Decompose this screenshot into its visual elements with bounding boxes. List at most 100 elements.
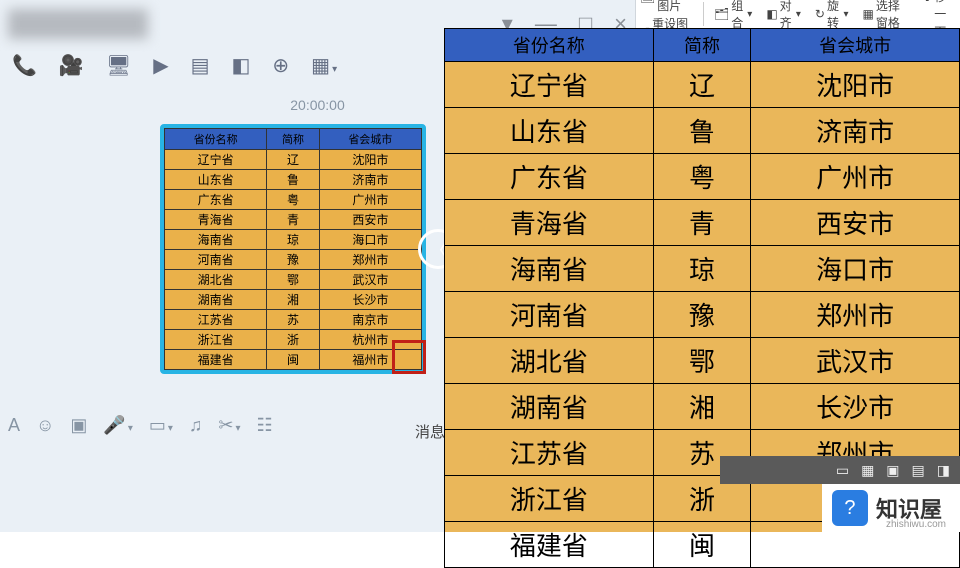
picture-icon: 🖼 [640, 0, 655, 4]
selection-icon: ▦ [863, 7, 874, 21]
ribbon-bring-forward[interactable]: ⬆上移一 [918, 0, 960, 22]
table-row: 山东省鲁济南市 [445, 108, 960, 154]
table-cell: 西安市 [751, 200, 960, 246]
table-row: 湖北省鄂武汉市 [445, 338, 960, 384]
table-cell: 湘 [653, 384, 751, 430]
phone-icon[interactable]: 📞 [12, 53, 37, 78]
cut-icon[interactable]: ✂▾ [218, 415, 240, 436]
grid-icon[interactable]: ▦▾ [311, 53, 337, 78]
history-icon[interactable]: ☷ [257, 415, 273, 436]
brand-url: zhishiwu.com [886, 519, 946, 530]
table-cell: 海南省 [445, 246, 654, 292]
table-row: 福建省闽福州市 [165, 350, 422, 370]
screen-share-icon[interactable]: 🖥 [106, 53, 131, 78]
table-cell: 鄂 [267, 270, 319, 290]
emoji-icon[interactable]: ☺ [36, 415, 54, 436]
table-cell: 琼 [653, 246, 751, 292]
forward-icon: ⬆ [922, 0, 932, 4]
table-row: 河南省豫郑州市 [445, 292, 960, 338]
table-cell: 广州市 [751, 154, 960, 200]
table-cell: 河南省 [165, 250, 267, 270]
table-cell: 鲁 [653, 108, 751, 154]
table-cell: 武汉市 [751, 338, 960, 384]
view-zoom-icon[interactable]: ◨ [937, 462, 950, 479]
mini-table-header: 省份名称 [165, 129, 267, 150]
ribbon-rotate[interactable]: ↻旋转▾ [811, 0, 853, 31]
table-cell: 长沙市 [751, 384, 960, 430]
send-file-icon[interactable]: ▶ [153, 53, 168, 78]
big-table-header: 省会城市 [751, 29, 960, 62]
music-icon[interactable]: ♫ [189, 415, 203, 436]
table-row: 湖北省鄂武汉市 [165, 270, 422, 290]
table-row: 浙江省浙杭州市 [165, 330, 422, 350]
table-cell: 郑州市 [319, 250, 421, 270]
table-cell: 湖南省 [445, 384, 654, 430]
add-icon[interactable]: ⊕ [272, 53, 289, 78]
table-row: 广东省粤广州市 [445, 154, 960, 200]
table-cell: 山东省 [165, 170, 267, 190]
rotate-icon: ↻ [815, 7, 825, 21]
table-row: 青海省青西安市 [165, 210, 422, 230]
table-cell: 江苏省 [165, 310, 267, 330]
ribbon-label: 上移一 [934, 0, 956, 22]
ribbon-selection-pane[interactable]: ▦选择窗格 [859, 0, 913, 31]
big-table-header: 简称 [653, 29, 751, 62]
table-cell: 南京市 [319, 310, 421, 330]
table-row: 海南省琼海口市 [445, 246, 960, 292]
table-cell: 青海省 [445, 200, 654, 246]
table-row: 湖南省湘长沙市 [165, 290, 422, 310]
table-cell: 武汉市 [319, 270, 421, 290]
app-icon[interactable]: ◧ [232, 53, 251, 78]
table-cell: 湖北省 [165, 270, 267, 290]
image-icon[interactable]: ▣ [70, 415, 87, 436]
table-cell: 辽宁省 [445, 62, 654, 108]
ribbon-align[interactable]: ◧对齐▾ [762, 0, 805, 31]
view-switcher-bar: ▭ ▦ ▣ ▤ ◨ [720, 456, 960, 484]
group-icon: 🗂 [714, 7, 729, 21]
mini-table-header: 简称 [267, 129, 319, 150]
ribbon-label: 旋转 [827, 0, 840, 31]
table-row: 辽宁省辽沈阳市 [165, 150, 422, 170]
view-normal-icon[interactable]: ▭ [836, 462, 849, 479]
message-timestamp: 20:00:00 [290, 97, 345, 113]
table-cell: 江苏省 [445, 430, 654, 476]
ribbon-label: 组合 [731, 0, 743, 31]
video-icon[interactable]: 🎥 [59, 53, 84, 78]
mini-table-header: 省会城市 [319, 129, 421, 150]
table-cell: 青 [653, 200, 751, 246]
table-cell: 辽 [267, 150, 319, 170]
table-row: 海南省琼海口市 [165, 230, 422, 250]
view-reading-icon[interactable]: ▣ [886, 462, 899, 479]
table-cell: 福建省 [445, 522, 654, 568]
table-row: 河南省豫郑州市 [165, 250, 422, 270]
table-cell: 青 [267, 210, 319, 230]
table-cell: 海口市 [751, 246, 960, 292]
table-cell: 豫 [653, 292, 751, 338]
table-cell: 鄂 [653, 338, 751, 384]
ribbon-label: 选择窗格 [876, 0, 908, 31]
table-cell: 山东省 [445, 108, 654, 154]
table-cell: 粤 [653, 154, 751, 200]
table-cell: 长沙市 [319, 290, 421, 310]
brand-icon: ? [832, 490, 868, 526]
table-cell: 湖南省 [165, 290, 267, 310]
table-cell: 海南省 [165, 230, 267, 250]
view-slideshow-icon[interactable]: ▤ [912, 462, 925, 479]
ribbon-group[interactable]: 🗂组合▾ [710, 0, 756, 31]
message-bubble[interactable]: 省份名称简称省会城市 辽宁省辽沈阳市山东省鲁济南市广东省粤广州市青海省青西安市海… [160, 124, 426, 374]
table-cell: 福建省 [165, 350, 267, 370]
ribbon-label: 更改图片 [657, 0, 684, 14]
ribbon-change-picture[interactable]: 🖼更改图片▾ [636, 0, 697, 14]
table-row: 山东省鲁济南市 [165, 170, 422, 190]
mic-icon[interactable]: 🎤▾ [103, 415, 132, 436]
font-icon[interactable]: A [8, 415, 20, 436]
message-tab-label[interactable]: 消息 [415, 421, 445, 442]
table-cell: 浙江省 [165, 330, 267, 350]
send-image-icon[interactable]: ▤ [191, 53, 210, 78]
table-cell: 沈阳市 [319, 150, 421, 170]
table-cell: 辽宁省 [165, 150, 267, 170]
table-cell: 沈阳市 [751, 62, 960, 108]
screenshot-icon[interactable]: ▭▾ [149, 415, 173, 436]
view-sorter-icon[interactable]: ▦ [861, 462, 874, 479]
ribbon-label: 对齐 [780, 0, 792, 31]
